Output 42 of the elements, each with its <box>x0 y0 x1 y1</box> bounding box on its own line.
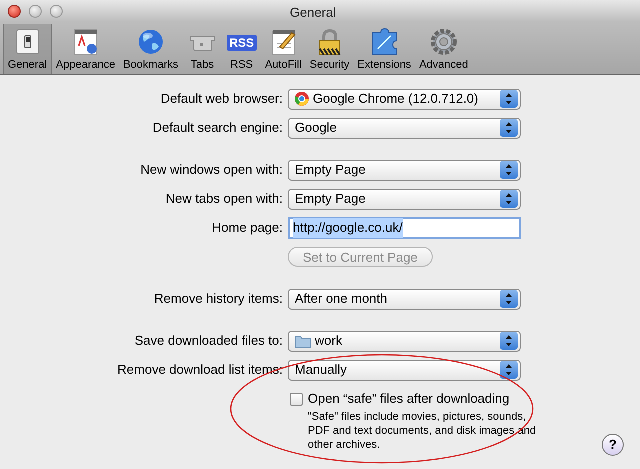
stepper-arrows-icon <box>500 90 518 108</box>
field-label: New tabs open with: <box>166 190 283 208</box>
field-label: Remove download list items: <box>118 361 283 380</box>
toolbar-tab[interactable]: Tabs <box>182 24 222 74</box>
toolbar-tab[interactable]: RSS RSS <box>222 24 262 74</box>
zoom-button[interactable] <box>50 4 63 18</box>
stepper-arrows-icon <box>500 190 518 208</box>
stepper-arrows-icon <box>500 290 518 308</box>
field-label: Home page: <box>212 219 283 238</box>
checkbox-label: Open “safe” files after downloading <box>308 390 510 408</box>
folder-icon <box>295 334 311 348</box>
popup-menu[interactable]: Google <box>288 118 521 138</box>
field-label: Remove history items: <box>154 290 283 308</box>
popup-menu[interactable]: After one month <box>288 288 521 310</box>
stepper-arrows-icon <box>500 119 518 137</box>
field-label: New windows open with: <box>140 161 283 180</box>
stepper-arrows-icon <box>500 332 518 350</box>
field-label: Save downloaded files to: <box>134 332 283 350</box>
rss-badge-icon: RSS <box>226 35 258 51</box>
window-title: General <box>290 4 336 22</box>
help-button[interactable]: ? <box>602 434 624 456</box>
field-label: Default web browser: <box>160 90 283 108</box>
toolbar-tab[interactable]: General <box>3 24 52 74</box>
field-label: Default search engine: <box>152 119 283 138</box>
home-page-field[interactable]: http://google.co.uk/ <box>288 217 521 239</box>
popup-menu[interactable]: Empty Page <box>288 188 521 210</box>
popup-menu[interactable]: Manually <box>288 360 521 380</box>
popup-menu[interactable]: work <box>288 330 521 352</box>
checkbox[interactable] <box>290 392 303 406</box>
stepper-arrows-icon <box>500 161 518 179</box>
toolbar-tab[interactable]: AutoFill <box>261 24 306 74</box>
chrome-icon <box>295 92 309 106</box>
toolbar-tab[interactable]: Advanced <box>415 24 472 74</box>
popup-menu[interactable]: Google Chrome (12.0.712.0) <box>288 88 521 110</box>
toolbar-tab[interactable]: Extensions <box>354 24 416 74</box>
minimize-button[interactable] <box>29 4 42 18</box>
toolbar-tab[interactable]: Appearance <box>52 24 120 74</box>
toolbar-tab[interactable]: Security <box>306 24 354 74</box>
stepper-arrows-icon <box>500 361 518 379</box>
close-button[interactable] <box>8 4 21 18</box>
popup-menu[interactable]: Empty Page <box>288 160 521 180</box>
toolbar-tab[interactable]: Bookmarks <box>119 24 182 74</box>
